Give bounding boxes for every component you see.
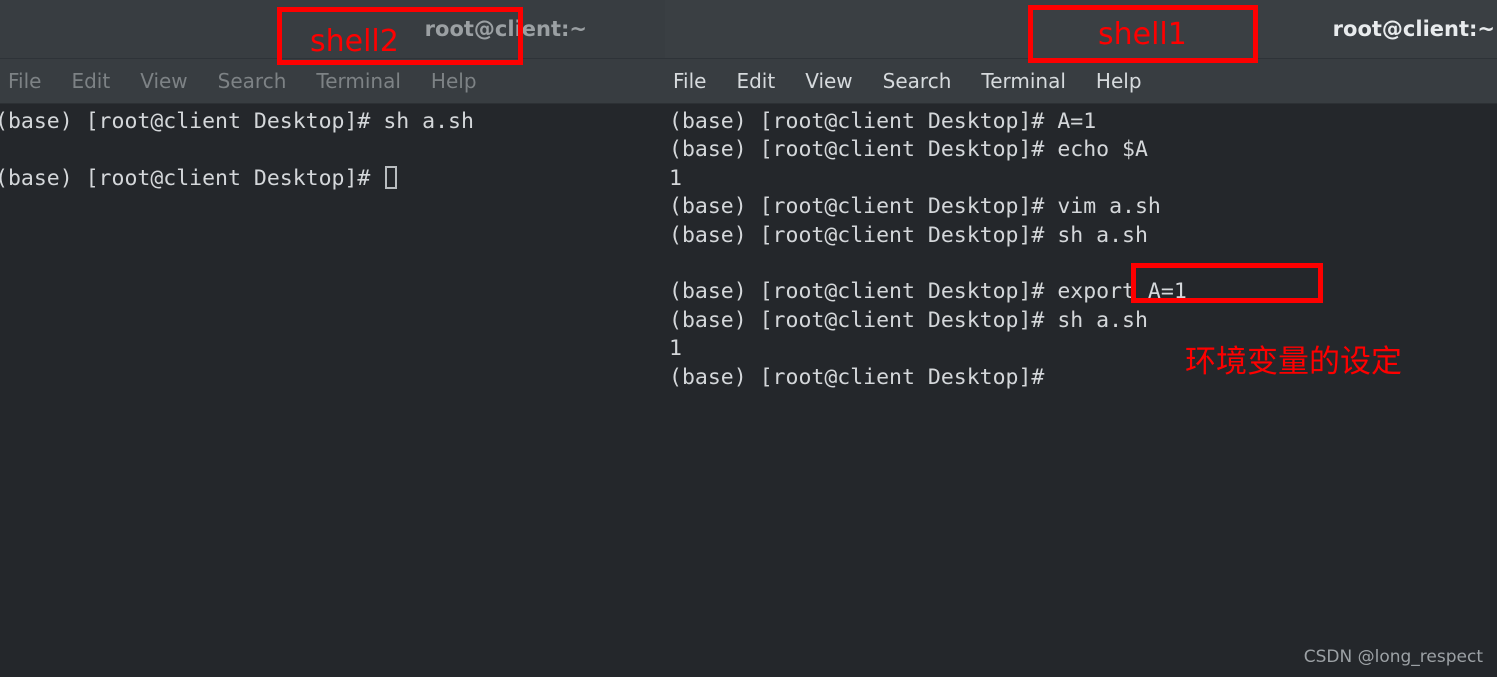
menu-item-help[interactable]: Help xyxy=(1096,69,1142,93)
menu-item-help[interactable]: Help xyxy=(431,69,477,93)
menu-item-view[interactable]: View xyxy=(805,69,852,93)
terminal-line: 1 xyxy=(669,165,682,191)
menubar-shell2: File Edit View Search Terminal Help xyxy=(0,59,665,104)
terminal-line: (base) [root@client Desktop]# A=1 xyxy=(669,109,1097,134)
terminal-line: (base) [root@client Desktop]# sh a.sh xyxy=(0,109,474,134)
titlebar-shell1[interactable]: root@client:~ xyxy=(665,0,1497,59)
window-title-shell2: root@client:~ xyxy=(424,17,587,41)
annotation-label-shell2: shell2 xyxy=(310,24,399,59)
menubar-shell1: File Edit View Search Terminal Help xyxy=(665,59,1497,104)
menu-item-edit[interactable]: Edit xyxy=(71,69,110,93)
menu-item-edit[interactable]: Edit xyxy=(736,69,775,93)
terminal-line: (base) [root@client Desktop]# vim a.sh xyxy=(669,194,1161,220)
terminal-line: (base) [root@client Desktop]# sh a.sh xyxy=(669,222,1148,248)
screenshot-root: root@client:~ File Edit View Search Term… xyxy=(0,0,1497,677)
menu-item-view[interactable]: View xyxy=(140,69,187,93)
annotation-label-shell1: shell1 xyxy=(1098,17,1187,52)
terminal-window-shell2[interactable]: root@client:~ File Edit View Search Term… xyxy=(0,0,665,677)
window-title-shell1: root@client:~ xyxy=(1332,17,1495,41)
menu-item-search[interactable]: Search xyxy=(218,69,287,93)
menu-item-file[interactable]: File xyxy=(673,69,706,93)
watermark: CSDN @long_respect xyxy=(1303,647,1483,667)
terminal-line: (base) [root@client Desktop]# export A=1 xyxy=(669,279,1187,305)
menu-item-search[interactable]: Search xyxy=(883,69,952,93)
terminal-output-shell1[interactable]: (base) [root@client Desktop]# A=1 (base)… xyxy=(665,104,1497,677)
terminal-line: (base) [root@client Desktop]# echo $A xyxy=(669,137,1148,163)
terminal-line: (base) [root@client Desktop]# sh a.sh xyxy=(669,307,1148,333)
menu-item-terminal[interactable]: Terminal xyxy=(981,69,1066,93)
menu-item-terminal[interactable]: Terminal xyxy=(316,69,401,93)
menu-item-file[interactable]: File xyxy=(8,69,41,93)
terminal-prompt: (base) [root@client Desktop]# xyxy=(0,165,384,191)
annotation-label-chinese-note: 环境变量的设定 xyxy=(1185,344,1402,380)
terminal-line-with-cursor: (base) [root@client Desktop]# xyxy=(0,165,665,193)
terminal-output-shell2[interactable]: (base) [root@client Desktop]# sh a.sh (b… xyxy=(0,104,665,677)
terminal-cursor xyxy=(385,165,398,189)
